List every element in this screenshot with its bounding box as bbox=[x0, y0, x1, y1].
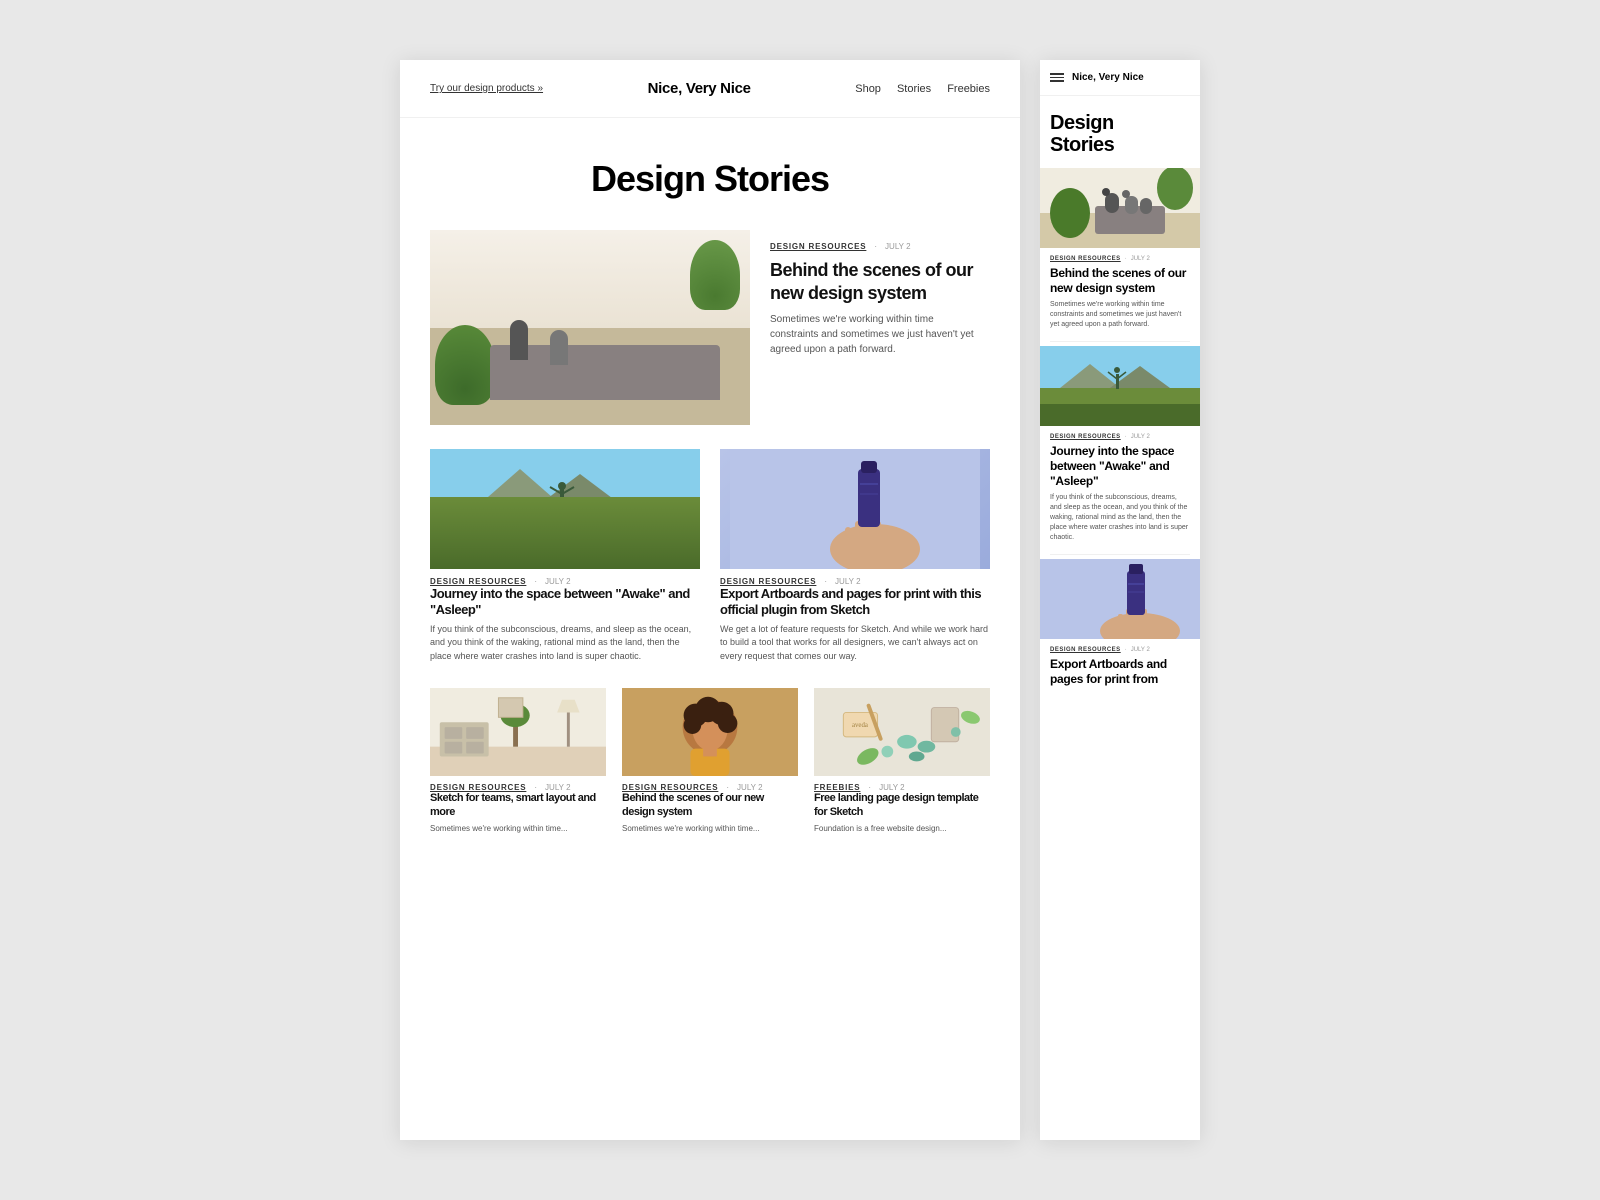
featured-article[interactable]: DESIGN RESOURCES · JULY 2 Behind the sce… bbox=[430, 230, 990, 425]
hamburger-menu[interactable] bbox=[1050, 73, 1064, 82]
mobile-secondary-category[interactable]: DESIGN RESOURCES bbox=[1050, 434, 1121, 440]
article-category[interactable]: DESIGN RESOURCES bbox=[622, 783, 718, 792]
article-meta: DESIGN RESOURCES · JULY 2 bbox=[770, 242, 978, 251]
articles-row: DESIGN RESOURCES · JULY 2 Sketch for tea… bbox=[430, 687, 990, 835]
article-date: JULY 2 bbox=[545, 577, 571, 586]
mobile-featured-image bbox=[1040, 168, 1200, 248]
mobile-third-category[interactable]: DESIGN RESOURCES bbox=[1050, 647, 1121, 653]
mobile-divider-2 bbox=[1050, 554, 1190, 555]
mobile-browser: Nice, Very Nice DesignStories DESIGN RES… bbox=[1040, 60, 1200, 1140]
svg-text:aveda: aveda bbox=[852, 722, 868, 729]
article-meta: DESIGN RESOURCES · JULY 2 bbox=[622, 783, 798, 792]
article-dot: · bbox=[874, 242, 877, 251]
featured-article-image bbox=[430, 230, 750, 425]
grid-article-2[interactable]: DESIGN RESOURCES · JULY 2 Export Artboar… bbox=[720, 449, 990, 663]
article-date: JULY 2 bbox=[835, 577, 861, 586]
article-title[interactable]: Free landing page design template for Sk… bbox=[814, 792, 990, 820]
article-excerpt: We get a lot of feature requests for Ske… bbox=[720, 623, 990, 664]
article-date: JULY 2 bbox=[737, 783, 763, 792]
mobile-site-logo[interactable]: Nice, Very Nice bbox=[1072, 72, 1144, 83]
article-category[interactable]: DESIGN RESOURCES bbox=[770, 242, 866, 251]
article-date: JULY 2 bbox=[545, 783, 571, 792]
mobile-article-title[interactable]: Behind the scenes of our new design syst… bbox=[1050, 266, 1190, 296]
article-excerpt: If you think of the subconscious, dreams… bbox=[430, 623, 700, 664]
page-title-section: Design Stories bbox=[400, 118, 1020, 230]
mobile-secondary-image bbox=[1040, 346, 1200, 426]
mobile-article-excerpt: Sometimes we're working within time cons… bbox=[1050, 300, 1190, 329]
desktop-browser: Try our design products » Nice, Very Nic… bbox=[400, 60, 1020, 1140]
article-category[interactable]: FREEBIES bbox=[814, 783, 860, 792]
promo-link[interactable]: Try our design products » bbox=[430, 83, 543, 94]
article-title[interactable]: Sketch for teams, smart layout and more bbox=[430, 792, 606, 820]
article-excerpt: Sometimes we're working within time... bbox=[430, 823, 606, 835]
article-meta: DESIGN RESOURCES · JULY 2 bbox=[720, 577, 990, 586]
mobile-site-header: Nice, Very Nice bbox=[1040, 60, 1200, 96]
article-category[interactable]: DESIGN RESOURCES bbox=[720, 577, 816, 586]
mobile-secondary-article[interactable]: DESIGN RESOURCES · JULY 2 Journey into t… bbox=[1040, 346, 1200, 550]
nav-freebies[interactable]: Freebies bbox=[947, 83, 990, 95]
article-meta: FREEBIES · JULY 2 bbox=[814, 783, 990, 792]
article-excerpt: Sometimes we're working within time cons… bbox=[770, 312, 978, 357]
mobile-featured-content: DESIGN RESOURCES · JULY 2 Behind the sce… bbox=[1040, 248, 1200, 337]
grid-article-1-image bbox=[430, 449, 700, 569]
row-article-2[interactable]: DESIGN RESOURCES · JULY 2 Behind the sce… bbox=[622, 687, 798, 835]
row-article-2-image bbox=[622, 687, 798, 777]
mobile-secondary-excerpt: If you think of the subconscious, dreams… bbox=[1050, 493, 1190, 542]
grid-article-2-image bbox=[720, 449, 990, 569]
page-title: Design Stories bbox=[430, 158, 990, 200]
row-article-1[interactable]: DESIGN RESOURCES · JULY 2 Sketch for tea… bbox=[430, 687, 606, 835]
articles-grid: DESIGN RESOURCES · JULY 2 Journey into t… bbox=[430, 449, 990, 663]
mobile-secondary-title[interactable]: Journey into the space between "Awake" a… bbox=[1050, 444, 1190, 489]
row-article-3-image: aveda bbox=[814, 687, 990, 777]
mobile-page-title: DesignStories bbox=[1040, 96, 1200, 168]
article-category[interactable]: DESIGN RESOURCES bbox=[430, 577, 526, 586]
mobile-third-image bbox=[1040, 559, 1200, 639]
article-title[interactable]: Journey into the space between "Awake" a… bbox=[430, 586, 700, 619]
mobile-third-title[interactable]: Export Artboards and pages for print fro… bbox=[1050, 657, 1190, 687]
nav-stories[interactable]: Stories bbox=[897, 83, 931, 95]
article-title[interactable]: Behind the scenes of our new design syst… bbox=[770, 259, 978, 304]
article-title[interactable]: Export Artboards and pages for print wit… bbox=[720, 586, 990, 619]
featured-article-content: DESIGN RESOURCES · JULY 2 Behind the sce… bbox=[750, 230, 990, 425]
article-date: JULY 2 bbox=[879, 783, 905, 792]
site-header: Try our design products » Nice, Very Nic… bbox=[400, 60, 1020, 118]
mobile-article-date: JULY 2 bbox=[1131, 256, 1150, 262]
article-meta: DESIGN RESOURCES · JULY 2 bbox=[430, 783, 606, 792]
article-meta: DESIGN RESOURCES · JULY 2 bbox=[430, 577, 700, 586]
article-category[interactable]: DESIGN RESOURCES bbox=[430, 783, 526, 792]
mobile-third-date: JULY 2 bbox=[1131, 647, 1150, 653]
site-logo[interactable]: Nice, Very Nice bbox=[648, 80, 751, 97]
article-date: JULY 2 bbox=[885, 242, 911, 251]
mobile-secondary-date: JULY 2 bbox=[1131, 434, 1150, 440]
article-title[interactable]: Behind the scenes of our new design syst… bbox=[622, 792, 798, 820]
mobile-secondary-content: DESIGN RESOURCES · JULY 2 Journey into t… bbox=[1040, 426, 1200, 550]
mobile-divider-1 bbox=[1050, 341, 1190, 342]
grid-article-1[interactable]: DESIGN RESOURCES · JULY 2 Journey into t… bbox=[430, 449, 700, 663]
mobile-featured-article[interactable]: DESIGN RESOURCES · JULY 2 Behind the sce… bbox=[1040, 168, 1200, 337]
nav-shop[interactable]: Shop bbox=[855, 83, 881, 95]
article-excerpt: Foundation is a free website design... bbox=[814, 823, 990, 835]
mobile-third-article[interactable]: DESIGN RESOURCES · JULY 2 Export Artboar… bbox=[1040, 559, 1200, 699]
main-nav: Shop Stories Freebies bbox=[855, 83, 990, 95]
article-excerpt: Sometimes we're working within time... bbox=[622, 823, 798, 835]
row-article-1-image bbox=[430, 687, 606, 777]
row-article-3[interactable]: aveda FREEBIES bbox=[814, 687, 990, 835]
mobile-third-content: DESIGN RESOURCES · JULY 2 Export Artboar… bbox=[1040, 639, 1200, 699]
mobile-article-category[interactable]: DESIGN RESOURCES bbox=[1050, 256, 1121, 262]
